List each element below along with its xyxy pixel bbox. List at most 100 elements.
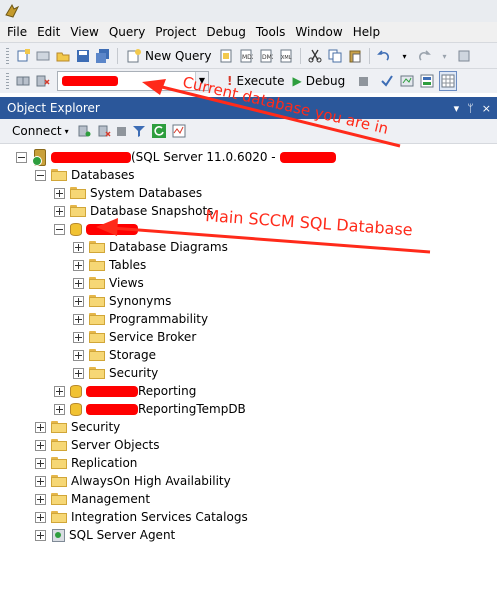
tree-node-tables[interactable]: Tables [73,256,146,274]
tree-node-databases[interactable]: Databases [35,166,135,184]
debug-button[interactable]: ▶ Debug [292,72,345,90]
query-options-button[interactable] [419,72,435,90]
activity-monitor-icon[interactable] [172,124,186,138]
xmla-query-button[interactable]: XML [278,47,294,65]
menu-debug[interactable]: Debug [201,22,250,42]
cut-button[interactable] [307,47,323,65]
tree-node-label: Storage [109,348,156,362]
tree-node-server-objects[interactable]: Server Objects [35,436,160,454]
stop-icon[interactable] [116,126,126,136]
tree-node-reporting-db[interactable]: Reporting [54,382,196,400]
expand-toggle[interactable] [35,421,46,433]
menu-view[interactable]: View [65,22,103,42]
close-icon[interactable]: × [482,102,491,115]
menu-query[interactable]: Query [104,22,150,42]
connect-button[interactable] [15,72,31,90]
pin-icon[interactable]: ᛘ [467,102,474,115]
redacted-database-name [86,403,138,415]
window-position-dropdown[interactable]: ▾ [454,102,460,115]
new-project-button[interactable] [15,47,31,65]
tree-node-views[interactable]: Views [73,274,144,292]
navigate-button[interactable] [456,47,472,65]
database-engine-query-button[interactable] [218,47,234,65]
tree-node-service-broker[interactable]: Service Broker [73,328,196,346]
disconnect-icon[interactable] [97,124,111,138]
tree-node-replication[interactable]: Replication [35,454,137,472]
tree-node-programmability[interactable]: Programmability [73,310,208,328]
connect-server-icon[interactable] [77,124,91,138]
new-project-icon [17,49,30,62]
expand-toggle[interactable] [35,511,46,523]
save-button[interactable] [75,47,91,65]
change-connection-button[interactable] [35,72,51,90]
expand-toggle[interactable] [35,457,46,469]
redo-icon [419,50,432,61]
folder-icon [89,367,105,379]
expand-toggle[interactable] [73,331,84,343]
paste-button[interactable] [347,47,363,65]
expand-toggle[interactable] [35,493,46,505]
save-all-button[interactable] [95,47,111,65]
redo-button[interactable] [416,47,432,65]
parse-button[interactable] [379,72,395,90]
expand-toggle[interactable] [35,529,46,541]
expand-toggle[interactable] [73,259,84,271]
tree-node-system-databases[interactable]: System Databases [54,184,202,202]
menu-window[interactable]: Window [290,22,347,42]
expand-toggle[interactable] [73,295,84,307]
toolbar-grip[interactable] [6,73,9,89]
tree-node-sql-server-agent[interactable]: SQL Server Agent [35,526,175,544]
tree-node-alwayson[interactable]: AlwaysOn High Availability [35,472,231,490]
expand-toggle[interactable] [73,367,84,379]
redacted-server-login [279,151,336,163]
toolbar-grip[interactable] [6,48,9,64]
expand-toggle[interactable] [73,349,84,361]
tree-node-db-security[interactable]: Security [73,364,158,382]
expand-toggle[interactable] [73,313,84,325]
results-to-grid-button[interactable] [439,71,458,91]
tree-node-database-diagrams[interactable]: Database Diagrams [73,238,228,256]
cancel-query-button[interactable] [355,72,371,90]
menu-help[interactable]: Help [348,22,385,42]
tree-node-database-snapshots[interactable]: Database Snapshots [54,202,213,220]
filter-icon[interactable] [132,124,146,138]
database-icon [70,222,82,237]
collapse-toggle[interactable] [35,169,46,181]
expand-toggle[interactable] [35,439,46,451]
expand-toggle[interactable] [73,277,84,289]
expand-toggle[interactable] [54,187,65,199]
expand-toggle[interactable] [54,205,65,217]
new-query-button[interactable]: New Query [124,47,214,65]
refresh-icon[interactable] [151,124,166,138]
tree-node-security[interactable]: Security [35,418,120,436]
menu-edit[interactable]: Edit [32,22,65,42]
tree-node-integration-services[interactable]: Integration Services Catalogs [35,508,248,526]
collapse-toggle[interactable] [16,151,27,163]
expand-toggle[interactable] [73,241,84,253]
connect-dropdown[interactable]: Connect ▾ [0,124,69,138]
display-plan-button[interactable] [399,72,415,90]
undo-dropdown[interactable]: ▾ [396,47,412,65]
dmx-query-button[interactable]: DMX [258,47,274,65]
copy-button[interactable] [327,47,343,65]
add-item-button[interactable] [35,47,51,65]
expand-toggle[interactable] [35,475,46,487]
tree-node-server[interactable]: (SQL Server 11.0.6020 - [16,148,336,166]
expand-toggle[interactable] [54,403,65,415]
menu-file[interactable]: File [0,22,32,42]
undo-button[interactable] [376,47,392,65]
panel-controls: ▾ ᛘ × [454,102,497,115]
tree-node-main-database[interactable] [54,220,138,238]
collapse-toggle[interactable] [54,223,65,235]
open-button[interactable] [55,47,71,65]
redo-dropdown[interactable]: ▾ [436,47,452,65]
tree-node-reporting-temp-db[interactable]: ReportingTempDB [54,400,246,418]
folder-icon [51,511,67,523]
menu-tools[interactable]: Tools [251,22,291,42]
tree-node-management[interactable]: Management [35,490,150,508]
menu-project[interactable]: Project [150,22,201,42]
tree-node-synonyms[interactable]: Synonyms [73,292,171,310]
expand-toggle[interactable] [54,385,65,397]
analysis-query-button[interactable]: MDX [238,47,254,65]
tree-node-storage[interactable]: Storage [73,346,156,364]
